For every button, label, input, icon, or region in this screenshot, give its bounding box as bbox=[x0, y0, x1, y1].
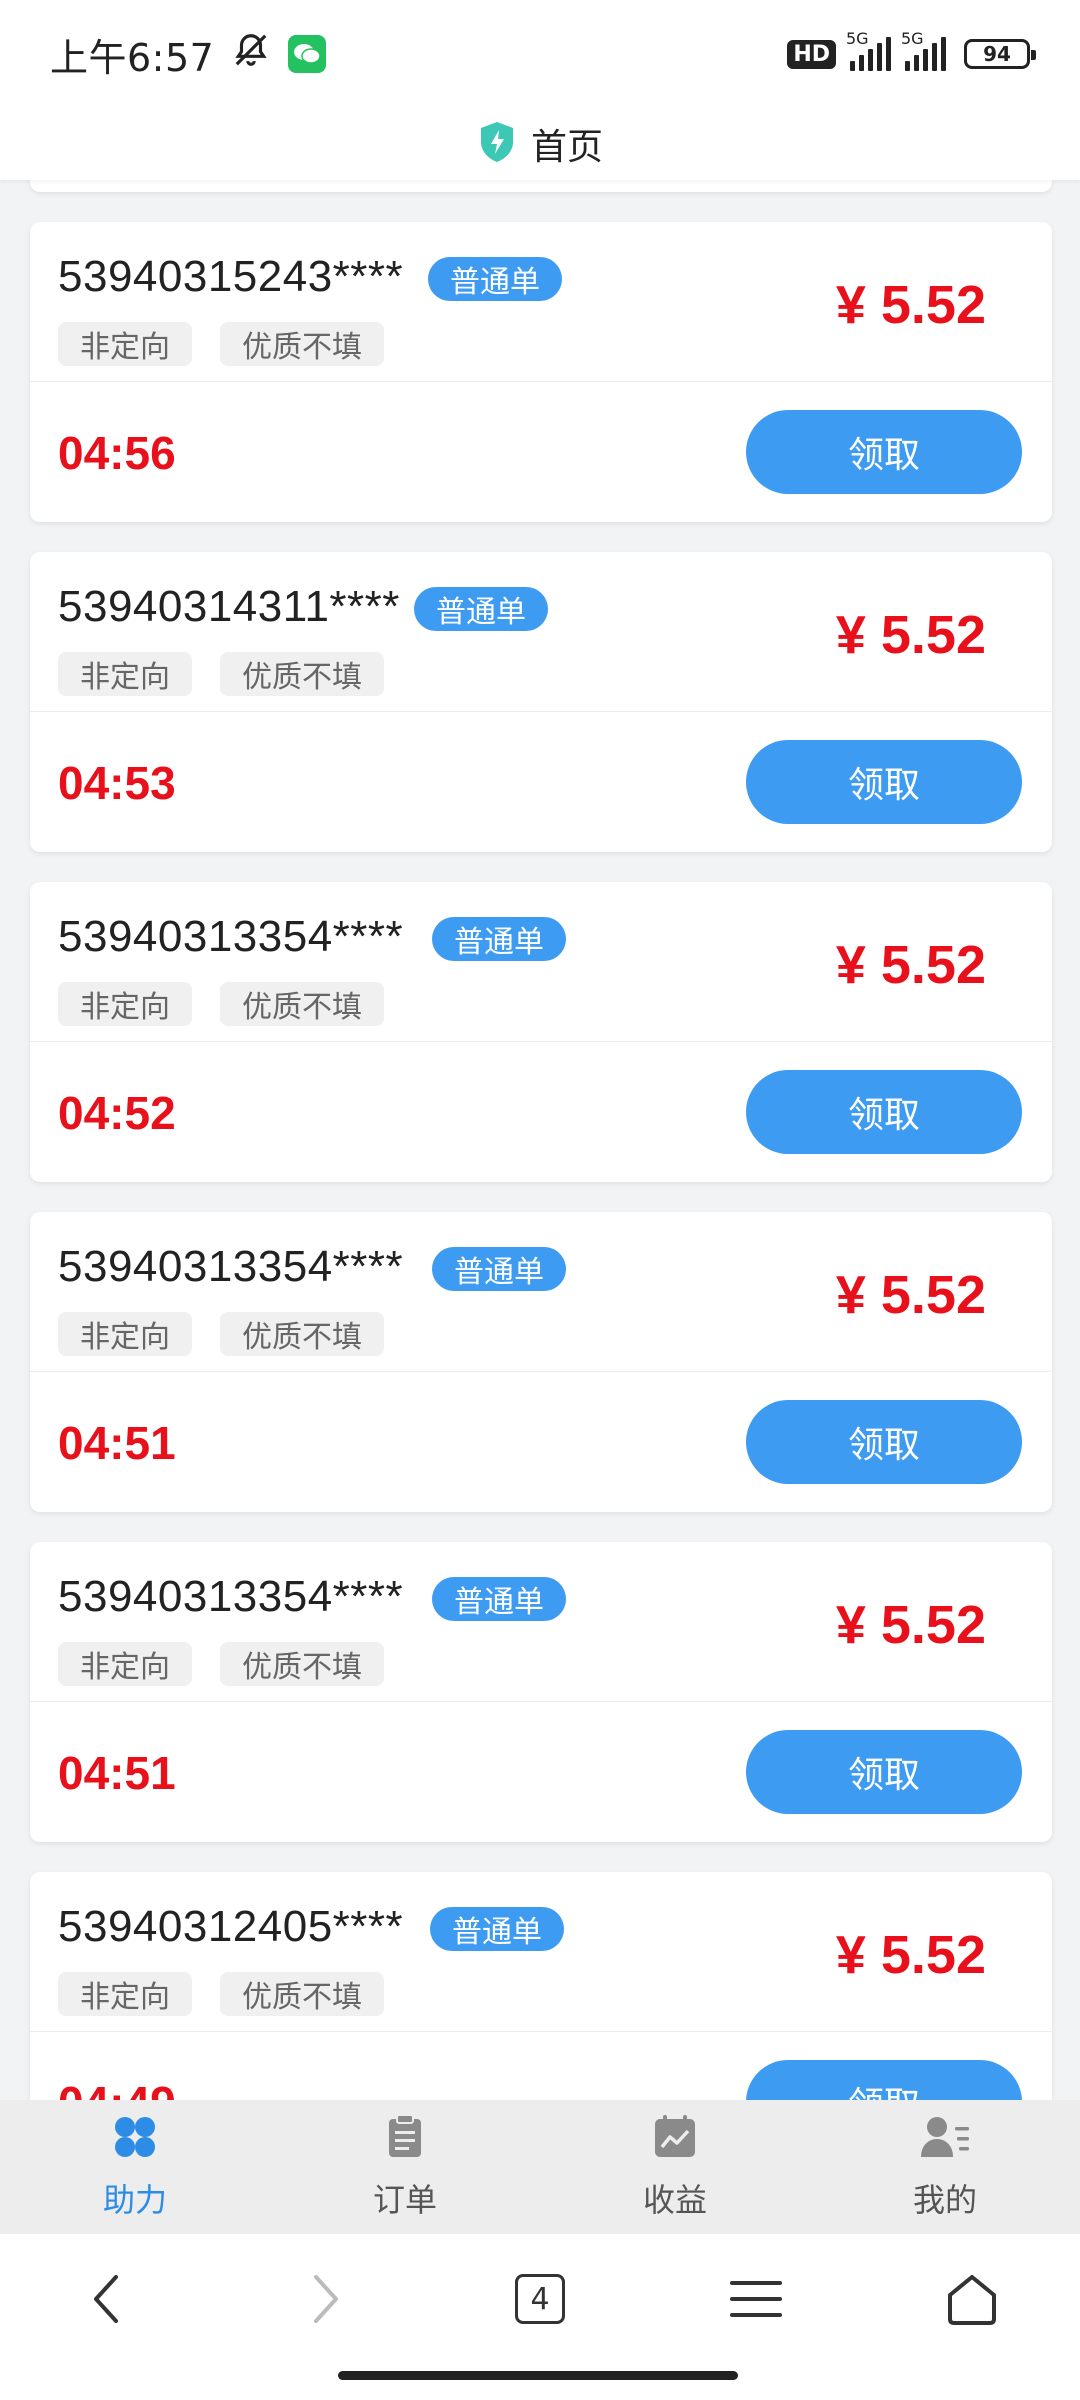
back-button[interactable] bbox=[68, 2259, 148, 2339]
order-type-badge: 普通单 bbox=[414, 587, 548, 631]
order-number: 53940315243**** bbox=[58, 252, 404, 301]
order-tag: 优质不填 bbox=[220, 1642, 384, 1686]
order-type-badge: 普通单 bbox=[432, 1247, 566, 1291]
order-tag: 非定向 bbox=[58, 982, 192, 1026]
tab-earnings[interactable]: 收益 bbox=[575, 2113, 775, 2221]
battery-icon: 94 bbox=[964, 39, 1036, 69]
countdown-timer: 04:52 bbox=[58, 1087, 176, 1139]
order-type-badge: 普通单 bbox=[432, 917, 566, 961]
signal-icon: 5G bbox=[901, 29, 946, 71]
order-type-badge: 普通单 bbox=[430, 1907, 564, 1951]
order-number: 53940313354**** bbox=[58, 1242, 404, 1291]
order-price: ¥ 5.52 bbox=[835, 935, 986, 995]
tab-label: 我的 bbox=[912, 2181, 977, 2219]
tab-count: 4 bbox=[515, 2274, 565, 2324]
order-tag: 非定向 bbox=[58, 1642, 192, 1686]
claim-button[interactable]: 领取 bbox=[746, 1400, 1022, 1484]
grid-clover-icon bbox=[111, 2113, 159, 2165]
clipboard-icon bbox=[381, 2113, 429, 2165]
chevron-left-icon bbox=[94, 2275, 118, 2323]
forward-button[interactable] bbox=[284, 2259, 364, 2339]
order-card-partial bbox=[30, 180, 1052, 192]
home-icon bbox=[948, 2275, 996, 2325]
countdown-timer: 04:51 bbox=[58, 1417, 176, 1469]
tab-label: 收益 bbox=[642, 2181, 707, 2219]
order-tag: 非定向 bbox=[58, 652, 192, 696]
tab-orders[interactable]: 订单 bbox=[305, 2113, 505, 2221]
order-card: 53940313354**** 普通单 非定向 优质不填 ¥ 5.52 04:5… bbox=[30, 882, 1052, 1182]
tab-assist[interactable]: 助力 bbox=[35, 2113, 235, 2221]
status-time: 上午6:57 bbox=[50, 35, 215, 80]
countdown-timer: 04:53 bbox=[58, 757, 176, 809]
order-price: ¥ 5.52 bbox=[835, 1925, 986, 1985]
countdown-timer: 04:56 bbox=[58, 427, 176, 479]
chevron-right-icon bbox=[314, 2275, 338, 2323]
shield-bolt-icon bbox=[477, 120, 517, 168]
claim-button[interactable]: 领取 bbox=[746, 410, 1022, 494]
order-price: ¥ 5.52 bbox=[835, 605, 986, 665]
order-type-badge: 普通单 bbox=[428, 257, 562, 301]
order-card: 53940312405**** 普通单 非定向 优质不填 ¥ 5.52 04:4… bbox=[30, 1872, 1052, 2100]
tabs-button[interactable]: 4 bbox=[500, 2259, 580, 2339]
order-tag: 优质不填 bbox=[220, 982, 384, 1026]
tab-mine[interactable]: 我的 bbox=[845, 2113, 1045, 2221]
order-card: 53940313354**** 普通单 非定向 优质不填 ¥ 5.52 04:5… bbox=[30, 1542, 1052, 1842]
order-tag: 优质不填 bbox=[220, 1972, 384, 2016]
wechat-icon bbox=[288, 35, 327, 73]
chart-calendar-icon bbox=[651, 2113, 699, 2165]
order-card: 53940313354**** 普通单 非定向 优质不填 ¥ 5.52 04:5… bbox=[30, 1212, 1052, 1512]
menu-icon bbox=[730, 2281, 782, 2317]
home-button[interactable] bbox=[932, 2259, 1012, 2339]
claim-button[interactable]: 领取 bbox=[746, 1730, 1022, 1814]
order-number: 53940314311**** bbox=[58, 582, 400, 631]
order-tag: 非定向 bbox=[58, 322, 192, 366]
tab-label: 订单 bbox=[372, 2181, 437, 2219]
order-price: ¥ 5.52 bbox=[835, 275, 986, 335]
order-number: 53940313354**** bbox=[58, 1572, 404, 1621]
order-price: ¥ 5.52 bbox=[835, 1265, 986, 1325]
tab-label: 助力 bbox=[102, 2181, 167, 2219]
menu-button[interactable] bbox=[716, 2259, 796, 2339]
claim-button[interactable]: 领取 bbox=[746, 2060, 1022, 2100]
bell-off-icon bbox=[232, 31, 270, 78]
order-list[interactable]: 53940315243**** 普通单 非定向 优质不填 ¥ 5.52 04:5… bbox=[0, 180, 1080, 2100]
hd-icon: HD bbox=[787, 39, 836, 69]
browser-nav-bar: 4 bbox=[0, 2234, 1080, 2400]
home-indicator[interactable] bbox=[338, 2371, 738, 2380]
countdown-timer: 04:51 bbox=[58, 1747, 176, 1799]
claim-button[interactable]: 领取 bbox=[746, 1070, 1022, 1154]
order-tag: 非定向 bbox=[58, 1972, 192, 2016]
order-number: 53940313354**** bbox=[58, 912, 404, 961]
signal-icon: 5G bbox=[846, 29, 891, 71]
status-bar: 上午6:57 HD 5G 5G 94 bbox=[0, 0, 1080, 108]
order-type-badge: 普通单 bbox=[432, 1577, 566, 1621]
bottom-tab-bar: 助力 订单 收益 我的 bbox=[0, 2100, 1080, 2234]
order-tag: 非定向 bbox=[58, 1312, 192, 1356]
countdown-timer: 04:49 bbox=[58, 2076, 176, 2100]
page-header: 首页 bbox=[0, 108, 1080, 180]
order-card: 53940315243**** 普通单 非定向 优质不填 ¥ 5.52 04:5… bbox=[30, 222, 1052, 522]
order-tag: 优质不填 bbox=[220, 1312, 384, 1356]
order-tag: 优质不填 bbox=[220, 652, 384, 696]
page-title: 首页 bbox=[530, 127, 603, 168]
order-card: 53940314311**** 普通单 非定向 优质不填 ¥ 5.52 04:5… bbox=[30, 552, 1052, 852]
user-card-icon bbox=[919, 2113, 971, 2165]
claim-button[interactable]: 领取 bbox=[746, 740, 1022, 824]
order-tag: 优质不填 bbox=[220, 322, 384, 366]
order-number: 53940312405**** bbox=[58, 1902, 404, 1951]
order-price: ¥ 5.52 bbox=[835, 1595, 986, 1655]
